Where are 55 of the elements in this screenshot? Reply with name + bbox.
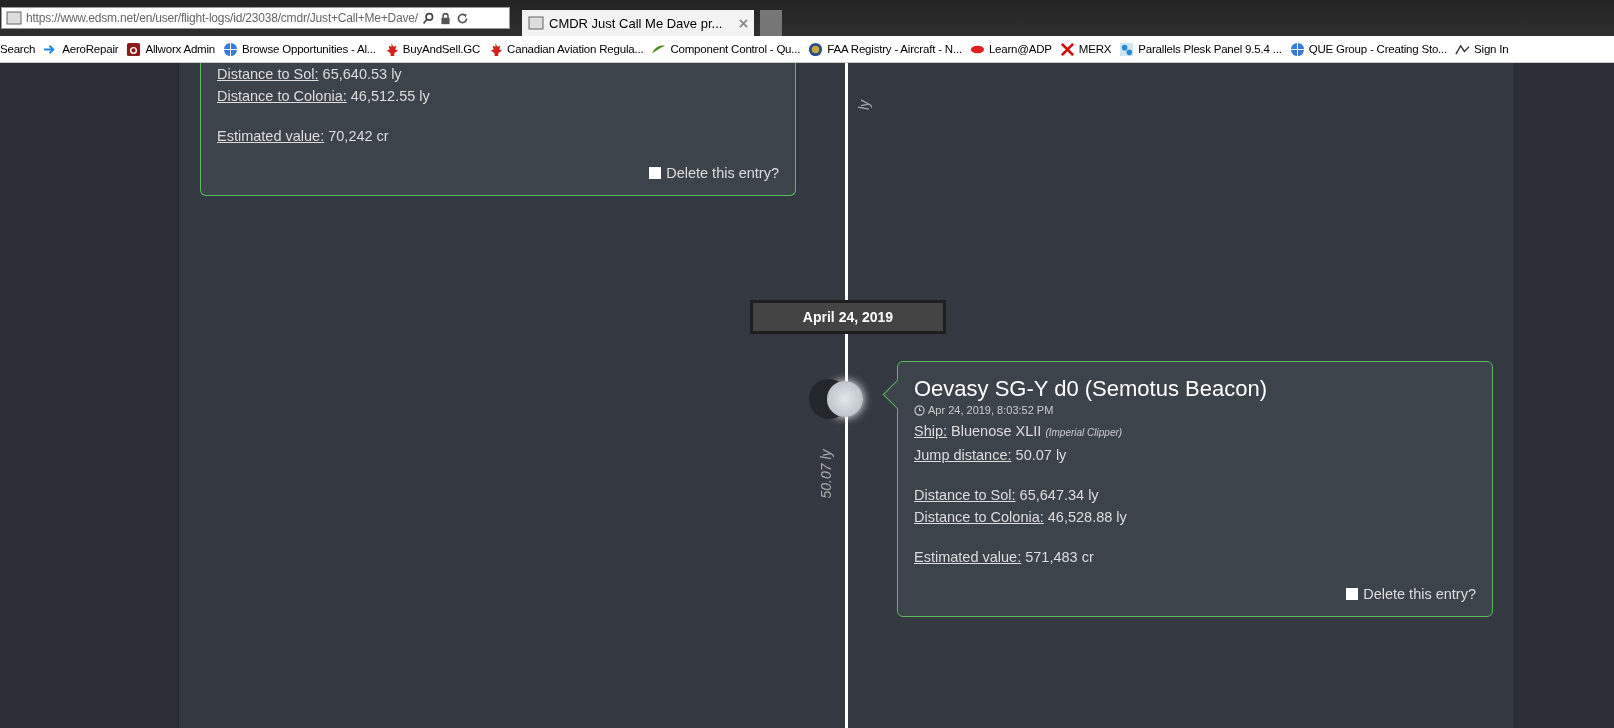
delete-checkbox[interactable] bbox=[1346, 588, 1359, 600]
bookmark-link[interactable]: Canadian Aviation Regula... bbox=[488, 41, 644, 57]
field-label: Estimated value: bbox=[217, 128, 325, 144]
field-label: Estimated value: bbox=[914, 549, 1022, 565]
bookmark-link[interactable]: Sign In bbox=[1455, 41, 1509, 57]
site-favicon-icon bbox=[528, 15, 544, 31]
bookmark-link[interactable]: Allworx Admin bbox=[126, 41, 216, 57]
field-label: Distance to Colonia: bbox=[914, 509, 1044, 525]
field-label: Jump distance: bbox=[914, 447, 1012, 463]
bookmark-link[interactable]: Browse Opportunities - Al... bbox=[223, 41, 376, 57]
url-text: https://www.edsm.net/en/user/flight-logs/id/23038/cmdr/Just+Call+Me+Dave/ bbox=[26, 11, 418, 25]
timestamp: Apr 24, 2019, 8:03:52 PM bbox=[928, 404, 1054, 416]
globe-icon bbox=[1289, 41, 1305, 57]
date-marker: April 24, 2019 bbox=[750, 300, 946, 334]
close-icon[interactable] bbox=[739, 18, 748, 28]
field-value: 50.07 ly bbox=[1015, 447, 1067, 463]
globe-icon bbox=[223, 41, 239, 57]
checkbox-label: Delete this entry? bbox=[666, 165, 779, 181]
cross-icon bbox=[1059, 41, 1075, 57]
jump-distance-label: 50.07 ly bbox=[817, 449, 834, 499]
bookmark-link[interactable]: Search bbox=[0, 43, 36, 55]
bookmark-link[interactable]: FAA Registry - Aircraft - N... bbox=[808, 41, 962, 57]
bookmark-link[interactable]: Component Control - Qu... bbox=[651, 41, 801, 57]
bookmark-link[interactable]: Parallels Plesk Panel 9.5.4 ... bbox=[1119, 41, 1282, 57]
site-favicon-icon bbox=[6, 10, 22, 26]
field-value: 65,640.53 ly bbox=[322, 66, 402, 82]
seal-icon bbox=[808, 41, 824, 57]
field-value: 571,483 cr bbox=[1025, 549, 1094, 565]
bookmark-link[interactable]: BuyAndSell.GC bbox=[383, 41, 481, 57]
system-name: Oevasy SG-Y d0 (Semotus Beacon) bbox=[914, 376, 1268, 402]
clock-icon bbox=[914, 404, 925, 416]
refresh-icon[interactable] bbox=[455, 11, 469, 25]
browser-tab[interactable]: CMDR Just Call Me Dave pr... bbox=[522, 10, 754, 36]
tile-icon bbox=[126, 41, 142, 57]
checkbox-label: Delete this entry? bbox=[1363, 586, 1476, 602]
jump-distance-label: ly bbox=[856, 99, 873, 111]
field-label: Distance to Sol: bbox=[914, 487, 1016, 503]
field-label: Distance to Sol: bbox=[217, 66, 319, 82]
search-icon[interactable] bbox=[421, 11, 435, 25]
bookmark-link[interactable]: AeroRepair bbox=[43, 41, 119, 57]
field-value: 46,512.55 ly bbox=[350, 88, 430, 104]
delete-checkbox[interactable] bbox=[649, 167, 662, 179]
bookmark-link[interactable]: MERX bbox=[1059, 41, 1112, 57]
field-label: Distance to Colonia: bbox=[217, 88, 347, 104]
field-value: 65,647.34 ly bbox=[1019, 487, 1099, 503]
bookmark-link[interactable]: QUE Group - Creating Sto... bbox=[1289, 41, 1448, 57]
field-value: 46,528.88 ly bbox=[1047, 509, 1127, 525]
gears-icon bbox=[1119, 41, 1135, 57]
field-value: 70,242 cr bbox=[328, 128, 389, 144]
field-value: Bluenose XLII bbox=[951, 423, 1042, 439]
ship-type: (Imperial Clipper) bbox=[1045, 427, 1123, 438]
address-bar[interactable]: https://www.edsm.net/en/user/flight-logs/id/23038/cmdr/Just+Call+Me+Dave/ bbox=[1, 7, 510, 29]
bookmark-link[interactable]: Learn@ADP bbox=[969, 41, 1052, 57]
field-label: Ship: bbox=[914, 423, 948, 439]
lock-icon bbox=[438, 11, 452, 25]
